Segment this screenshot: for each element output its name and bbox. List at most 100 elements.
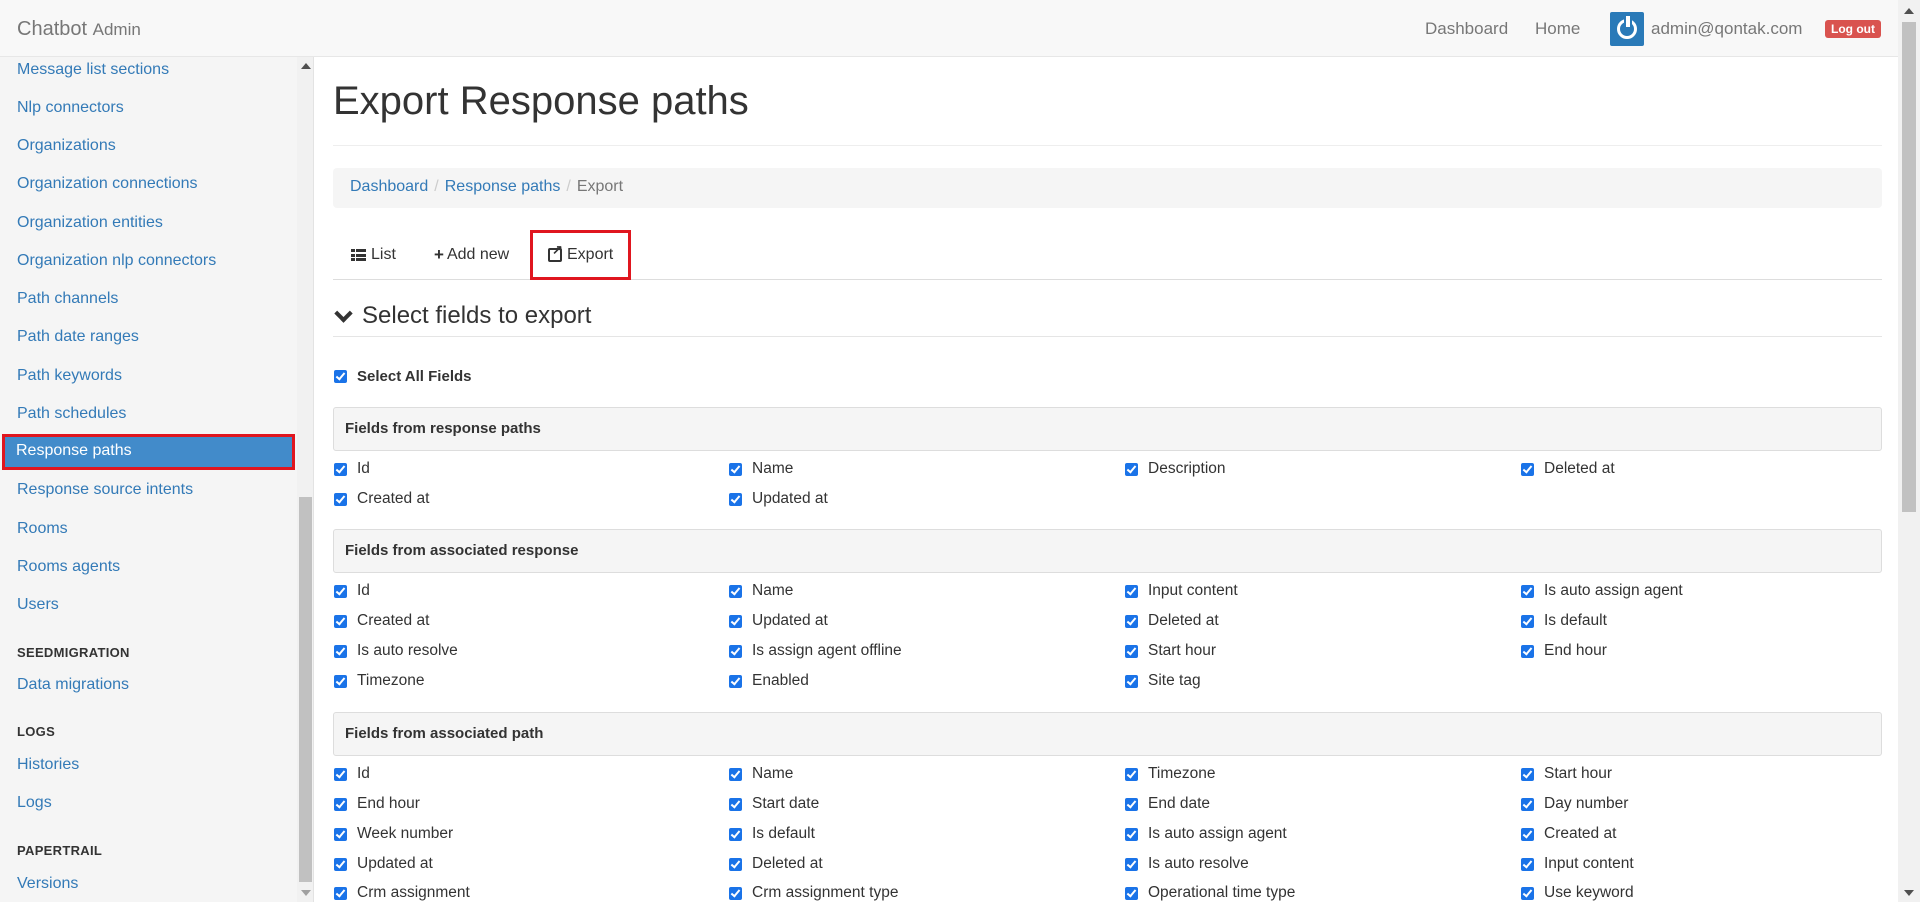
checkbox-checked-icon[interactable] — [729, 674, 742, 688]
field-checkbox[interactable]: Crm assignment — [334, 884, 470, 902]
field-checkbox[interactable]: Created at — [1521, 825, 1616, 843]
scroll-down-icon[interactable] — [1904, 890, 1914, 896]
sidebar-scrollbar[interactable] — [297, 57, 313, 902]
scroll-down-icon[interactable] — [301, 890, 311, 896]
field-checkbox[interactable]: Name — [729, 460, 793, 478]
field-checkbox[interactable]: Input content — [1125, 582, 1238, 600]
checkbox-checked-icon[interactable] — [729, 644, 742, 658]
field-checkbox[interactable]: Timezone — [1125, 765, 1215, 783]
checkbox-checked-icon[interactable] — [1521, 827, 1534, 841]
field-checkbox[interactable]: Updated at — [334, 855, 433, 873]
checkbox-checked-icon[interactable] — [1125, 584, 1138, 598]
checkbox-checked-icon[interactable] — [334, 674, 347, 688]
field-checkbox[interactable]: Is default — [1521, 612, 1607, 630]
checkbox-checked-icon[interactable] — [1521, 584, 1534, 598]
field-checkbox[interactable]: Deleted at — [1125, 612, 1219, 630]
checkbox-checked-icon[interactable] — [1125, 462, 1138, 476]
checkbox-checked-icon[interactable] — [1125, 827, 1138, 841]
checkbox-checked-icon[interactable] — [1125, 614, 1138, 628]
field-checkbox[interactable]: Deleted at — [1521, 460, 1615, 478]
sidebar-item-organizations[interactable]: Organizations — [17, 137, 116, 155]
field-checkbox[interactable]: Site tag — [1125, 672, 1201, 690]
field-checkbox[interactable]: Deleted at — [729, 855, 823, 873]
field-checkbox[interactable]: Description — [1125, 460, 1226, 478]
checkbox-checked-icon[interactable] — [334, 644, 347, 658]
field-checkbox[interactable]: Name — [729, 765, 793, 783]
checkbox-checked-icon[interactable] — [729, 584, 742, 598]
field-checkbox[interactable]: Operational time type — [1125, 884, 1295, 902]
checkbox-checked-icon[interactable] — [729, 614, 742, 628]
breadcrumb-dashboard[interactable]: Dashboard — [350, 178, 428, 195]
field-checkbox[interactable]: Start hour — [1521, 765, 1612, 783]
user-email[interactable]: admin@qontak.com — [1651, 19, 1802, 39]
checkbox-checked-icon[interactable] — [729, 827, 742, 841]
field-checkbox[interactable]: Is auto assign agent — [1125, 825, 1287, 843]
nav-home-link[interactable]: Home — [1535, 19, 1580, 39]
checkbox-checked-icon[interactable] — [729, 767, 742, 781]
scroll-up-icon[interactable] — [1904, 8, 1914, 14]
field-checkbox[interactable]: Updated at — [729, 612, 828, 630]
sidebar-item-data-migrations[interactable]: Data migrations — [17, 676, 129, 694]
tab-add-new[interactable]: + Add new — [434, 230, 509, 280]
checkbox-checked-icon[interactable] — [1125, 644, 1138, 658]
checkbox-checked-icon[interactable] — [334, 462, 347, 476]
field-checkbox[interactable]: Is auto resolve — [334, 642, 458, 660]
checkbox-checked-icon[interactable] — [1521, 886, 1534, 900]
field-checkbox[interactable]: Input content — [1521, 855, 1634, 873]
checkbox-checked-icon[interactable] — [334, 492, 347, 506]
checkbox-checked-icon[interactable] — [334, 886, 347, 900]
brand[interactable]: Chatbot Admin — [17, 18, 141, 41]
field-checkbox[interactable]: Is auto assign agent — [1521, 582, 1683, 600]
sidebar-item-users[interactable]: Users — [17, 596, 59, 614]
field-checkbox[interactable]: Start date — [729, 795, 819, 813]
field-checkbox[interactable]: Id — [334, 582, 370, 600]
field-checkbox[interactable]: Day number — [1521, 795, 1628, 813]
checkbox-checked-icon[interactable] — [1125, 767, 1138, 781]
checkbox-checked-icon[interactable] — [334, 370, 347, 383]
sidebar-item-message-list-sections[interactable]: Message list sections — [17, 61, 169, 79]
tab-list[interactable]: List — [351, 230, 396, 280]
sidebar-item-path-channels[interactable]: Path channels — [17, 290, 118, 308]
checkbox-checked-icon[interactable] — [729, 886, 742, 900]
page-scroll-thumb[interactable] — [1902, 22, 1916, 512]
page-scrollbar[interactable] — [1898, 0, 1920, 902]
checkbox-checked-icon[interactable] — [1521, 614, 1534, 628]
sidebar-item-nlp-connectors[interactable]: Nlp connectors — [17, 99, 124, 117]
checkbox-checked-icon[interactable] — [334, 614, 347, 628]
sidebar-scroll-thumb[interactable] — [299, 497, 312, 882]
sidebar-item-response-source-intents[interactable]: Response source intents — [17, 481, 193, 499]
sidebar-item-rooms[interactable]: Rooms — [17, 520, 68, 538]
field-checkbox[interactable]: Enabled — [729, 672, 809, 690]
field-checkbox[interactable]: Timezone — [334, 672, 424, 690]
nav-dashboard-link[interactable]: Dashboard — [1425, 19, 1508, 39]
scroll-up-icon[interactable] — [301, 63, 311, 69]
field-checkbox[interactable]: Start hour — [1125, 642, 1216, 660]
tab-export[interactable]: Export — [530, 230, 632, 280]
field-checkbox[interactable]: End date — [1125, 795, 1210, 813]
checkbox-checked-icon[interactable] — [729, 797, 742, 811]
field-checkbox[interactable]: Week number — [334, 825, 453, 843]
sidebar-item-organization-nlp-connectors[interactable]: Organization nlp connectors — [17, 252, 216, 270]
section-select-fields[interactable]: Select fields to export — [333, 302, 1882, 337]
sidebar-item-response-paths[interactable]: Response paths — [2, 434, 295, 470]
field-checkbox[interactable]: Id — [334, 765, 370, 783]
field-checkbox[interactable]: Use keyword — [1521, 884, 1634, 902]
checkbox-checked-icon[interactable] — [334, 857, 347, 871]
field-checkbox[interactable]: Is default — [729, 825, 815, 843]
checkbox-checked-icon[interactable] — [334, 584, 347, 598]
field-checkbox[interactable]: Name — [729, 582, 793, 600]
sidebar-item-histories[interactable]: Histories — [17, 756, 79, 774]
field-checkbox[interactable]: Updated at — [729, 490, 828, 508]
field-checkbox[interactable]: End hour — [1521, 642, 1607, 660]
checkbox-checked-icon[interactable] — [1521, 462, 1534, 476]
checkbox-checked-icon[interactable] — [1521, 767, 1534, 781]
field-checkbox[interactable]: Is auto resolve — [1125, 855, 1249, 873]
breadcrumb-response-paths[interactable]: Response paths — [445, 178, 561, 195]
sidebar-item-path-schedules[interactable]: Path schedules — [17, 405, 126, 423]
checkbox-checked-icon[interactable] — [1521, 644, 1534, 658]
checkbox-checked-icon[interactable] — [1521, 797, 1534, 811]
checkbox-checked-icon[interactable] — [334, 797, 347, 811]
checkbox-checked-icon[interactable] — [1125, 886, 1138, 900]
checkbox-checked-icon[interactable] — [729, 857, 742, 871]
checkbox-checked-icon[interactable] — [1125, 674, 1138, 688]
